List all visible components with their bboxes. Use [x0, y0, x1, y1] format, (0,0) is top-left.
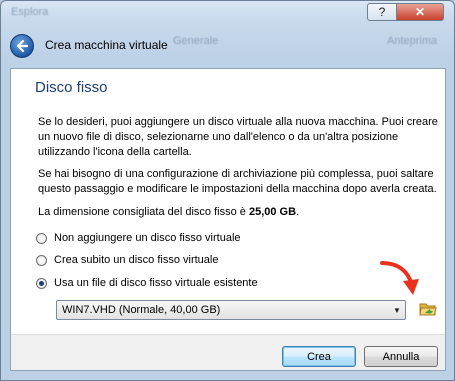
wizard-title: Crea macchina virtuale: [45, 38, 168, 52]
radio-use-existing-disk[interactable]: Usa un file di disco fisso virtuale esis…: [36, 277, 258, 289]
background-hint: Esplora: [11, 6, 49, 18]
description-paragraph: Se hai bisogno di una configurazione di …: [38, 168, 437, 195]
radio-label: Crea subito un disco fisso virtuale: [54, 254, 219, 266]
back-arrow-icon[interactable]: [10, 34, 34, 58]
radio-button-selected[interactable]: [36, 277, 47, 289]
dropdown-arrow-icon[interactable]: ▼: [389, 306, 405, 315]
close-button[interactable]: ✕: [396, 3, 444, 21]
disk-file-select[interactable]: WIN7.VHD (Normale, 40,00 GB) ▼: [56, 300, 406, 320]
help-button[interactable]: ?: [367, 3, 397, 21]
radio-button[interactable]: [36, 232, 47, 244]
recommended-size-text: La dimensione consigliata del disco fiss…: [38, 205, 438, 220]
dialog-window: Esplora Generale Anteprima ? ✕ Crea macc…: [0, 0, 455, 381]
wizard-panel: Disco fisso Se lo desideri, puoi aggiung…: [10, 68, 446, 371]
background-hint: Generale: [173, 35, 219, 47]
recommended-size-prefix: La dimensione consigliata del disco fiss…: [38, 206, 249, 218]
radio-create-disk[interactable]: Crea subito un disco fisso virtuale: [36, 254, 218, 266]
page-heading: Disco fisso: [35, 79, 108, 96]
radio-no-disk[interactable]: Non aggiungere un disco fisso virtuale: [36, 232, 241, 244]
recommended-size-value: 25,00 GB: [248, 206, 297, 218]
description-paragraph: Se lo desideri, puoi aggiungere un disco…: [38, 116, 438, 158]
radio-label: Non aggiungere un disco fisso virtuale: [54, 232, 241, 244]
radio-label: Usa un file di disco fisso virtuale esis…: [54, 277, 258, 289]
create-button[interactable]: Crea: [282, 346, 356, 367]
background-hint: Anteprima: [387, 35, 438, 47]
disk-file-value: WIN7.VHD (Normale, 40,00 GB): [62, 304, 221, 316]
red-arrow-annotation: [380, 261, 419, 295]
radio-button[interactable]: [36, 254, 47, 266]
recommended-size-suffix: .: [296, 206, 300, 218]
radio-dot: [39, 280, 44, 286]
wizard-content: Disco fisso Se lo desideri, puoi aggiung…: [11, 69, 445, 335]
folder-open-icon[interactable]: [419, 300, 437, 318]
cancel-button[interactable]: Annulla: [364, 346, 438, 367]
